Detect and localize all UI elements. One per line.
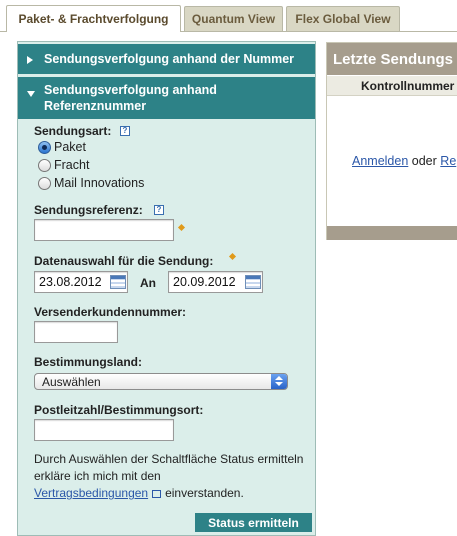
- tab-bar: Paket- & Frachtverfolgung Quantum View F…: [0, 0, 457, 32]
- postal-code-input[interactable]: [34, 419, 174, 441]
- section-track-by-number[interactable]: Sendungsverfolgung anhand der Nummer: [18, 44, 315, 74]
- required-icon: [228, 252, 237, 261]
- radio-freight[interactable]: Fracht: [38, 158, 89, 172]
- recent-shipments-footer: [327, 226, 457, 240]
- radio-label: Fracht: [54, 158, 90, 172]
- destination-country-label: Bestimmungsland:: [34, 355, 143, 369]
- postal-code-label: Postleitzahl/Bestimmungsort:: [34, 403, 204, 417]
- help-icon[interactable]: ?: [120, 126, 130, 136]
- calendar-icon[interactable]: [245, 275, 261, 289]
- register-link[interactable]: Re: [440, 154, 456, 168]
- reference-input[interactable]: [34, 219, 174, 241]
- tab-label: Flex Global View: [295, 12, 391, 26]
- tracking-number-column-header: Kontrollnummer: [327, 76, 457, 96]
- section-title: Sendungsverfolgung anhand der Nummer: [44, 52, 295, 66]
- terms-notice: Durch Auswählen der Schaltfläche Status …: [34, 451, 304, 502]
- login-link[interactable]: Anmelden: [352, 154, 408, 168]
- terms-text-end: einverstanden.: [165, 486, 244, 500]
- date-range-label: Datenauswahl für die Sendung:: [34, 254, 214, 268]
- tab-label: Quantum View: [191, 12, 276, 26]
- reference-label: Sendungsreferenz:: [34, 203, 143, 217]
- tracking-form-panel: Sendungsverfolgung anhand der Nummer Sen…: [17, 41, 316, 536]
- select-arrows-icon: [271, 374, 287, 389]
- destination-country-select[interactable]: Auswählen: [34, 373, 288, 390]
- or-text: oder: [411, 154, 437, 168]
- radio-button-checked[interactable]: [38, 140, 51, 154]
- terms-text: Durch Auswählen der Schaltfläche Status …: [34, 452, 304, 483]
- tab-quantum-view[interactable]: Quantum View: [184, 6, 283, 31]
- section-title: Sendungsverfolgung anhand Referenznummer: [44, 83, 217, 113]
- terms-link[interactable]: Vertragsbedingungen: [34, 486, 148, 500]
- collapse-arrow-icon: [27, 91, 35, 97]
- required-icon: [177, 223, 186, 232]
- tab-flex-global-view[interactable]: Flex Global View: [286, 6, 400, 31]
- tab-label: Paket- & Frachtverfolgung: [18, 12, 169, 26]
- radio-mail-innovations[interactable]: Mail Innovations: [38, 176, 144, 190]
- radio-button[interactable]: [38, 158, 51, 172]
- recent-shipments-panel: Letzte Sendungs Kontrollnummer Anmelden …: [326, 42, 457, 240]
- calendar-icon[interactable]: [110, 275, 126, 289]
- recent-shipments-title: Letzte Sendungs: [327, 43, 457, 75]
- select-value: Auswählen: [42, 374, 101, 389]
- help-icon[interactable]: ?: [154, 205, 164, 215]
- tab-package-freight-tracking[interactable]: Paket- & Frachtverfolgung: [6, 5, 181, 32]
- expand-arrow-icon: [27, 56, 33, 64]
- shipper-number-input[interactable]: [34, 321, 118, 343]
- date-to-label: An: [140, 276, 156, 290]
- shipper-number-label: Versenderkundennummer:: [34, 305, 187, 319]
- radio-label: Paket: [54, 140, 86, 154]
- radio-label: Mail Innovations: [54, 176, 145, 190]
- status-submit-button[interactable]: Status ermitteln: [195, 513, 312, 532]
- section-track-by-reference[interactable]: Sendungsverfolgung anhand Referenznummer: [18, 77, 315, 119]
- login-prompt: Anmelden oder Re: [352, 154, 456, 168]
- radio-package[interactable]: Paket: [38, 140, 86, 154]
- shipment-type-label: Sendungsart:: [34, 124, 112, 138]
- external-window-icon: [152, 490, 162, 498]
- radio-button[interactable]: [38, 176, 51, 190]
